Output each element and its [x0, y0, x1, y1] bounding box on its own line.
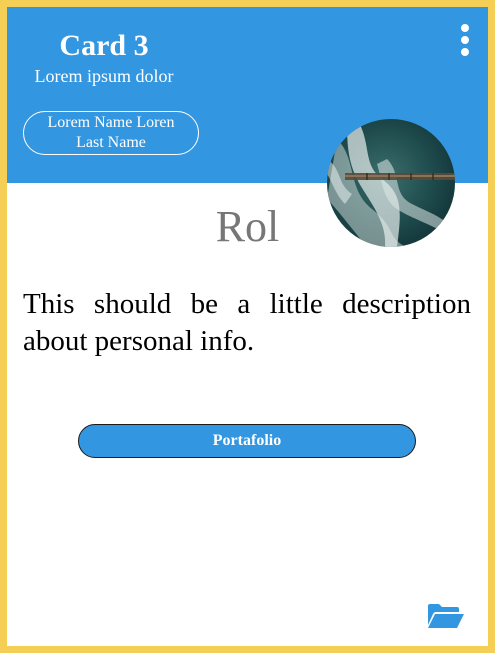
card-title: Card 3: [59, 29, 149, 62]
vertical-dots-icon[interactable]: [457, 23, 473, 57]
profile-card: Card 3 Lorem ipsum dolor Lorem Name Lore…: [0, 0, 495, 653]
portfolio-button[interactable]: Portafolio: [78, 424, 416, 458]
name-line-1: Lorem Name Loren: [47, 114, 175, 131]
name-button[interactable]: Lorem Name Loren Last Name: [23, 111, 199, 155]
folder-open-icon[interactable]: [427, 603, 465, 629]
card-subtitle: Lorem ipsum dolor: [34, 66, 174, 86]
description-text: This should be a little description abou…: [23, 288, 471, 357]
role-label: Rol: [215, 202, 280, 251]
name-line-2: Last Name: [76, 134, 146, 151]
